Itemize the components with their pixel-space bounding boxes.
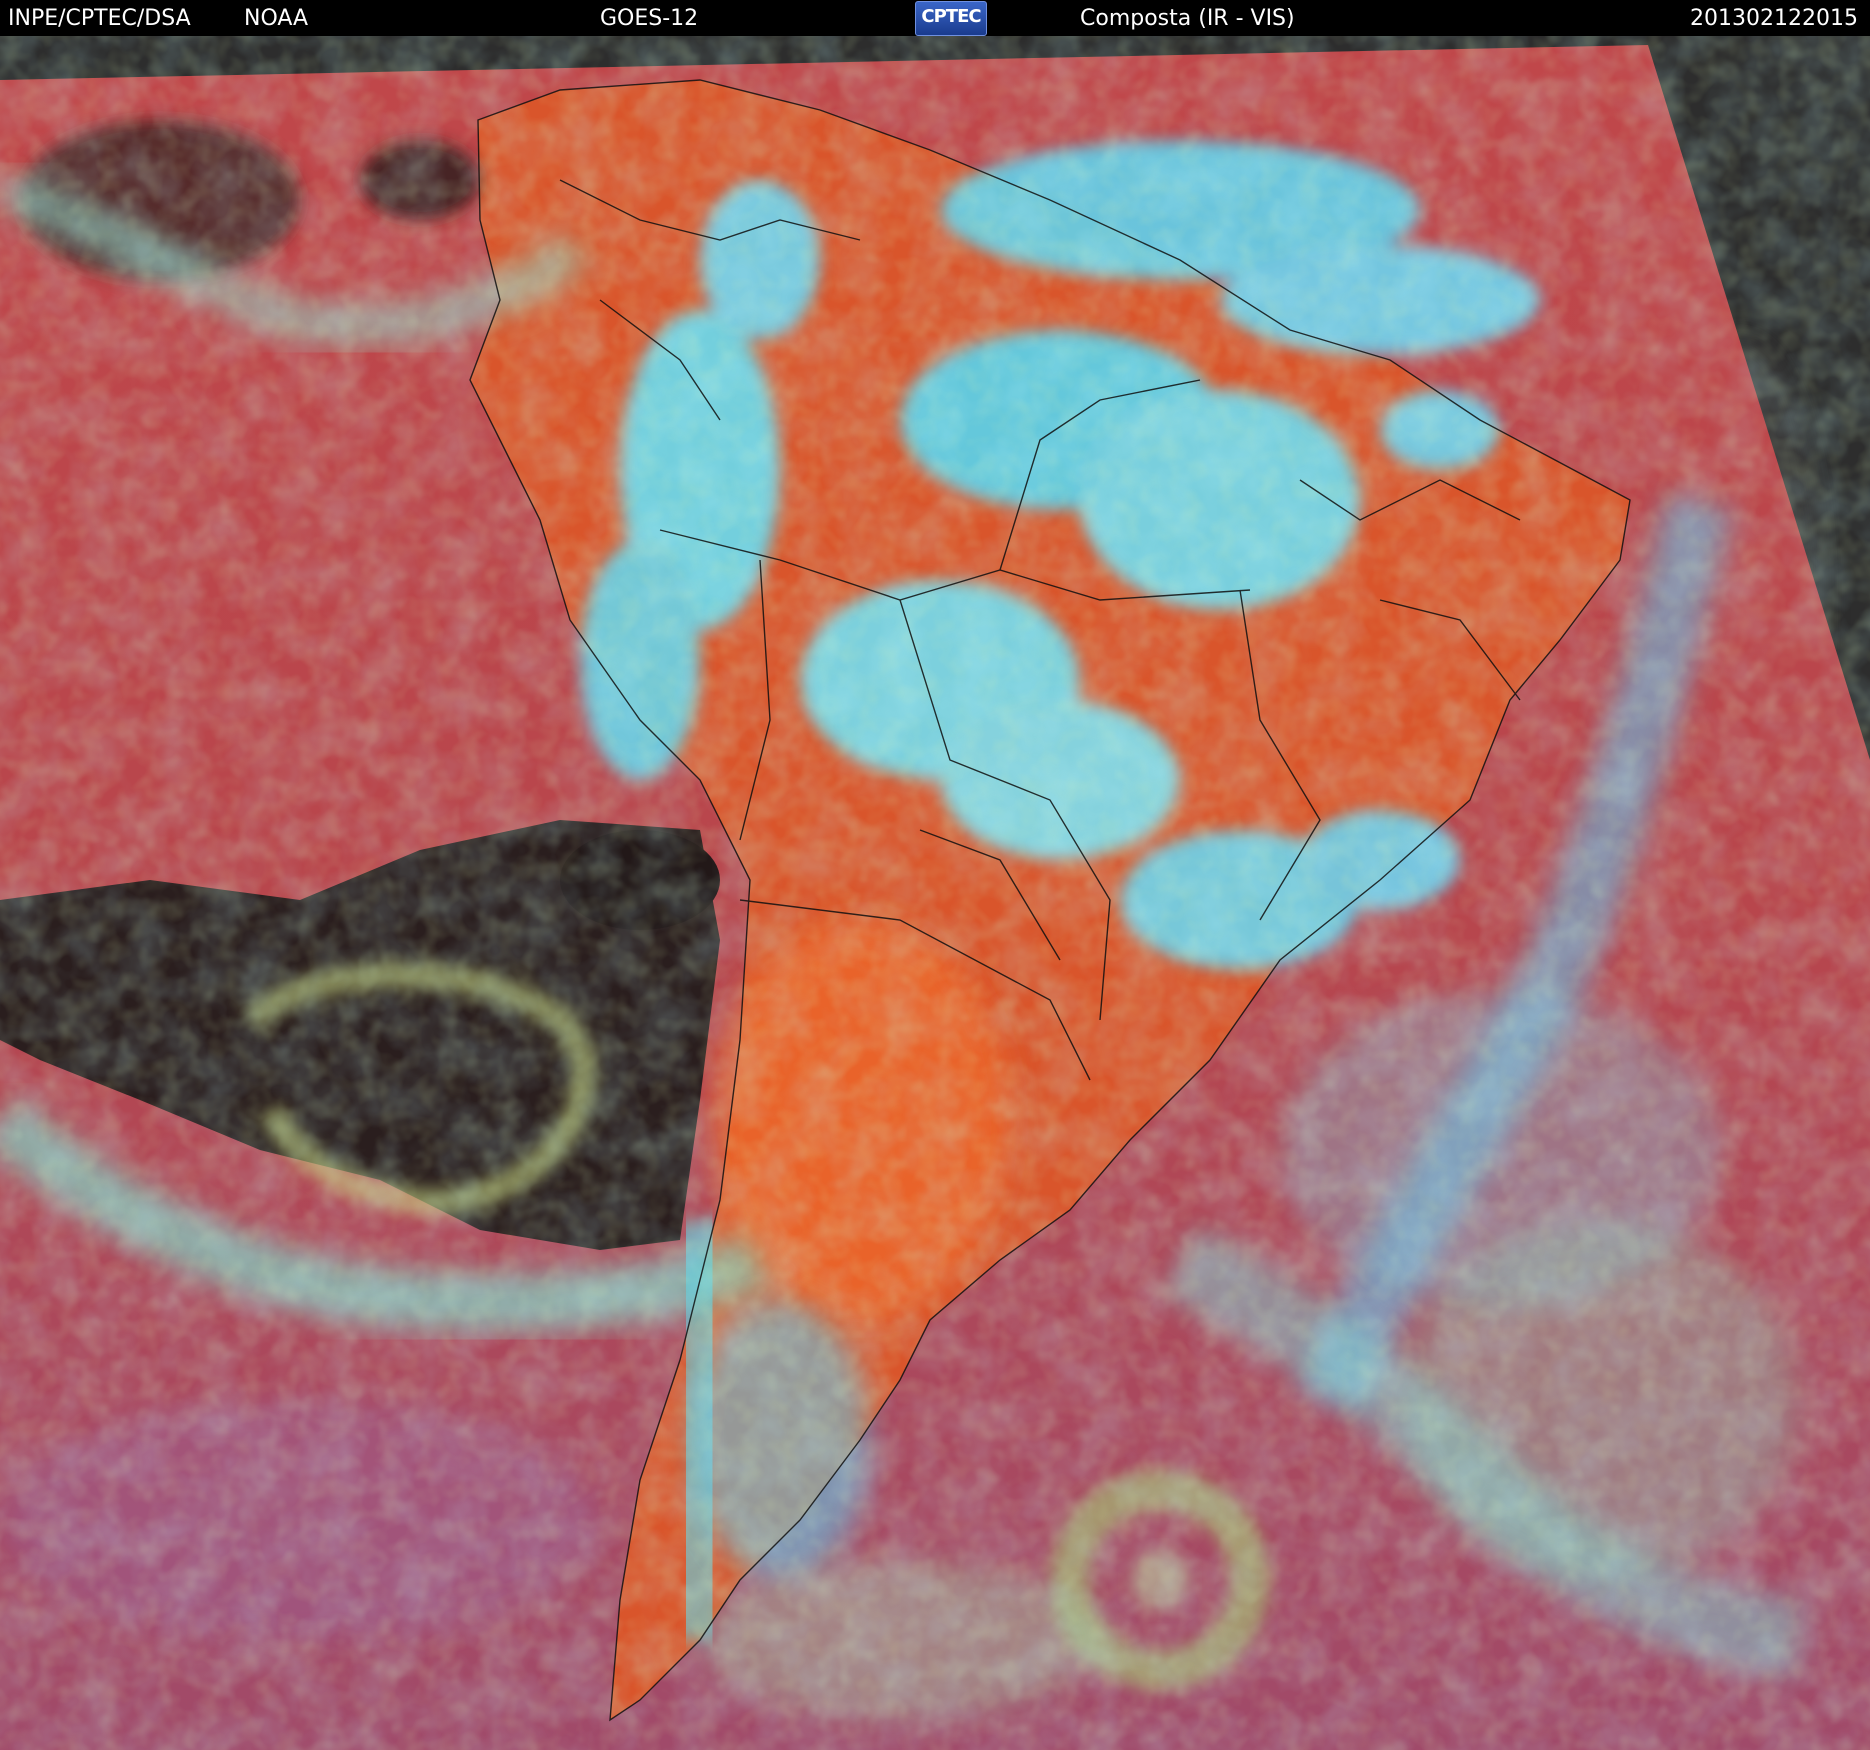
scan-region (0, 36, 1870, 1750)
product-label: Composta (IR - VIS) (1080, 6, 1295, 31)
timestamp-label: 201302122015 (1690, 6, 1858, 31)
header-bar: INPE/CPTEC/DSA NOAA GOES-12 CPTEC Compos… (0, 0, 1870, 36)
satellite-label: GOES-12 (600, 6, 699, 31)
agency-label: NOAA (244, 6, 309, 31)
cptec-logo: CPTEC (915, 1, 987, 36)
org-label: INPE/CPTEC/DSA (8, 6, 191, 31)
satellite-image (0, 36, 1870, 1750)
